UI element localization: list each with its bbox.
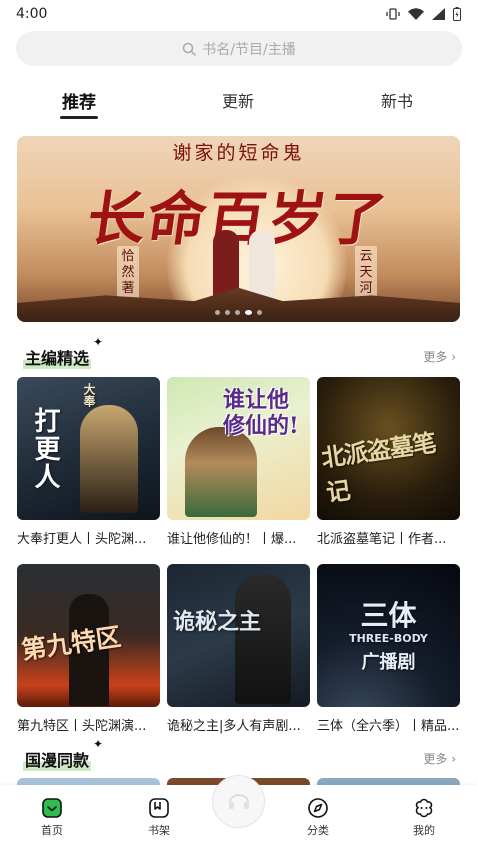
vibrate-icon bbox=[386, 8, 400, 20]
nav-bookshelf[interactable]: 书架 bbox=[129, 797, 189, 838]
cover-title: 谁让他修仙的! bbox=[223, 387, 299, 439]
signal-icon bbox=[432, 8, 445, 20]
play-icon bbox=[228, 793, 249, 809]
book-card[interactable]: 诡秘之主 诡秘之主|多人有声剧... bbox=[167, 564, 310, 734]
sparkle-icon: ✦ bbox=[93, 737, 104, 751]
carousel-dot[interactable] bbox=[257, 310, 262, 315]
home-icon bbox=[42, 798, 62, 818]
book-card[interactable]: 三体 THREE-BODY 广播剧 三体（全六季）丨精品... bbox=[317, 564, 460, 734]
sparkle-icon: ✦ bbox=[93, 335, 104, 349]
book-cover: 打更人 大奉 bbox=[17, 377, 160, 520]
status-time: 4:00 bbox=[16, 6, 48, 22]
book-title: 北派盗墓笔记丨作者... bbox=[317, 532, 447, 547]
book-cover: 诡秘之主 bbox=[167, 564, 310, 707]
cover-badge: 大奉 bbox=[82, 383, 96, 407]
book-title: 大奉打更人丨头陀渊... bbox=[17, 532, 147, 547]
carousel-dots bbox=[17, 310, 460, 315]
bookshelf-icon bbox=[149, 798, 169, 818]
compass-icon bbox=[308, 798, 328, 818]
cover-title: 北派盗墓笔记 bbox=[319, 427, 438, 508]
carousel-dot[interactable] bbox=[215, 310, 220, 315]
book-card[interactable]: 打更人 大奉 大奉打更人丨头陀渊... bbox=[17, 377, 160, 547]
search-input[interactable]: 书名/节目/主播 bbox=[16, 31, 462, 66]
book-title: 谁让他修仙的！丨爆... bbox=[167, 532, 297, 547]
cover-title: 三体 bbox=[360, 599, 417, 632]
tab-updates[interactable]: 更新 bbox=[222, 88, 254, 112]
book-cover: 三体 THREE-BODY 广播剧 bbox=[317, 564, 460, 707]
cover-figure bbox=[80, 405, 138, 513]
cover-figure bbox=[235, 574, 291, 704]
nav-label: 我的 bbox=[413, 824, 435, 837]
search-icon bbox=[183, 42, 197, 56]
cover-title: 诡秘之主 bbox=[173, 609, 262, 635]
cover-figure bbox=[185, 427, 257, 517]
nav-label: 首页 bbox=[41, 824, 63, 837]
wifi-icon bbox=[408, 8, 424, 20]
book-card[interactable]: 北派盗墓笔记 北派盗墓笔记丨作者... bbox=[317, 377, 460, 547]
nav-label: 书架 bbox=[148, 824, 170, 837]
banner-top-text: 谢家的短命鬼 bbox=[172, 142, 305, 164]
cover-subtitle: THREE-BODY bbox=[349, 632, 428, 645]
profile-icon bbox=[415, 798, 433, 818]
banner-left-seal: 恰然著 bbox=[117, 246, 139, 300]
tab-recommend[interactable]: 推荐 bbox=[62, 88, 96, 113]
banner-carousel[interactable]: 谢家的短命鬼 长命百岁了 恰然著 云天河制 bbox=[17, 136, 460, 322]
book-title: 诡秘之主|多人有声剧... bbox=[167, 719, 301, 734]
player-button[interactable] bbox=[212, 775, 265, 828]
book-cover: 谁让他修仙的! bbox=[167, 377, 310, 520]
book-card[interactable]: 谁让他修仙的! 谁让他修仙的！丨爆... bbox=[167, 377, 310, 547]
battery-icon bbox=[453, 7, 461, 21]
book-title: 第九特区丨头陀渊演... bbox=[17, 719, 147, 734]
banner-roof bbox=[17, 287, 460, 322]
carousel-dot[interactable] bbox=[235, 310, 240, 315]
cover-subtitle-2: 广播剧 bbox=[361, 652, 416, 673]
carousel-dot[interactable] bbox=[225, 310, 230, 315]
banner-figure-right bbox=[249, 230, 275, 300]
nav-profile[interactable]: 我的 bbox=[394, 797, 454, 838]
section-title: 国漫同款 bbox=[23, 747, 92, 771]
cover-title: 打更人 bbox=[30, 407, 60, 491]
nav-category[interactable]: 分类 bbox=[288, 797, 348, 838]
status-icons bbox=[386, 7, 461, 21]
book-cover: 第九特区 bbox=[17, 564, 160, 707]
search-placeholder: 书名/节目/主播 bbox=[202, 41, 296, 58]
tab-new-books[interactable]: 新书 bbox=[381, 88, 413, 112]
nav-home[interactable]: 首页 bbox=[22, 797, 82, 838]
bottom-nav: 首页 书架 分类 我的 bbox=[0, 775, 477, 848]
book-title: 三体（全六季）丨精品... bbox=[317, 719, 460, 734]
status-bar: 4:00 bbox=[0, 0, 477, 28]
nav-label: 分类 bbox=[307, 824, 329, 837]
section-anime-header: 国漫同款 ✦ 更多 › bbox=[17, 737, 460, 771]
section-title: 主编精选 bbox=[23, 345, 92, 369]
book-card[interactable]: 第九特区 第九特区丨头陀渊演... bbox=[17, 564, 160, 734]
book-cover: 北派盗墓笔记 bbox=[317, 377, 460, 520]
section-editor-picks-header: 主编精选 ✦ 更多 › bbox=[17, 335, 460, 369]
tab-active-indicator bbox=[60, 116, 98, 119]
more-link[interactable]: 更多 › bbox=[423, 348, 456, 365]
more-link[interactable]: 更多 › bbox=[423, 750, 456, 767]
carousel-dot-active[interactable] bbox=[245, 310, 252, 315]
